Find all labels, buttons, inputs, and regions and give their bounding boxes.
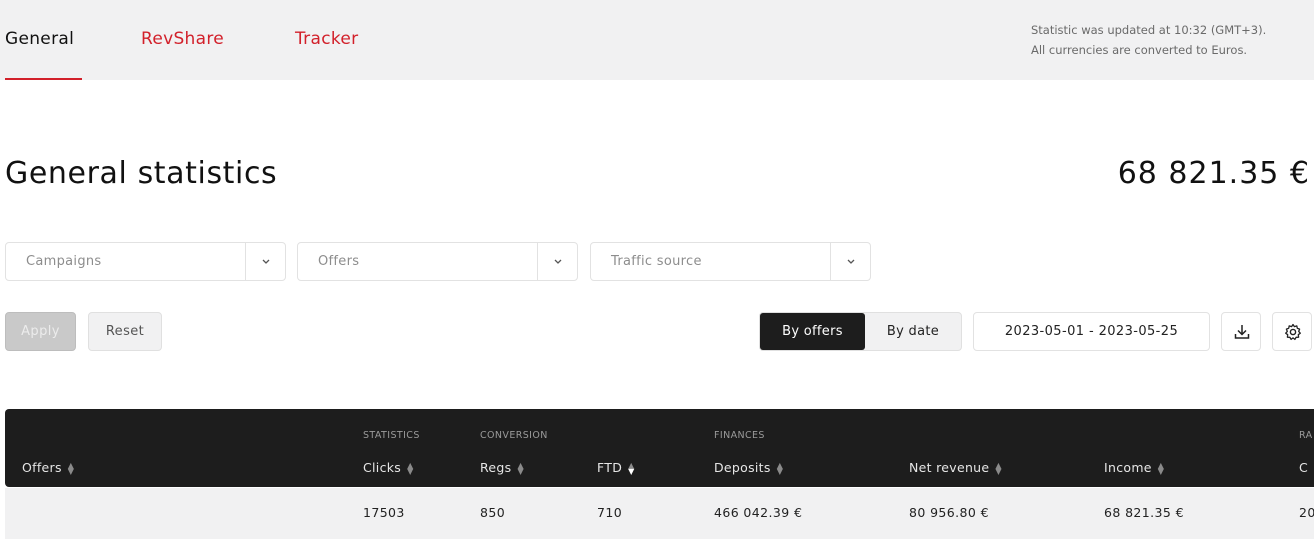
cell-income: 68 821.35 € — [1104, 505, 1184, 520]
column-clicks-label: Clicks — [363, 460, 402, 475]
sort-icon[interactable]: ▲ ▼ — [407, 461, 413, 475]
cell-regs: 850 — [480, 505, 506, 520]
sort-icon[interactable]: ▲ ▼ — [1158, 461, 1164, 475]
settings-button[interactable] — [1272, 312, 1312, 351]
by-date-button[interactable]: By date — [865, 313, 961, 350]
table-header: STATISTICS CONVERSION FINANCES RA Offers… — [5, 409, 1314, 487]
column-ftd-label: FTD — [597, 460, 623, 475]
sort-icon[interactable]: ▲ ▼ — [68, 461, 74, 475]
apply-button[interactable]: Apply — [5, 312, 76, 351]
group-conversion: CONVERSION — [480, 430, 548, 441]
column-income[interactable]: Income ▲ ▼ — [1104, 460, 1164, 475]
sort-desc-icon[interactable]: ▲ ▼ — [628, 461, 634, 475]
group-statistics: STATISTICS — [363, 430, 420, 441]
column-regs-label: Regs — [480, 460, 512, 475]
by-offers-button[interactable]: By offers — [760, 313, 865, 350]
column-deposits-label: Deposits — [714, 460, 771, 475]
reset-button[interactable]: Reset — [88, 312, 162, 351]
sort-icon[interactable]: ▲ ▼ — [777, 461, 783, 475]
column-offers-label: Offers — [22, 460, 62, 475]
active-tab-indicator — [5, 78, 82, 80]
group-finances: FINANCES — [714, 430, 765, 441]
traffic-source-placeholder: Traffic source — [611, 254, 702, 269]
grouping-toggle: By offers By date — [759, 312, 962, 351]
cell-net-revenue: 80 956.80 € — [909, 505, 989, 520]
campaigns-select[interactable]: Campaigns — [5, 242, 286, 281]
sort-icon[interactable]: ▲ ▼ — [995, 461, 1001, 475]
chevron-down-icon[interactable] — [843, 252, 859, 270]
total-income: 68 821.35 € — [1117, 156, 1310, 191]
tab-revshare[interactable]: RevShare — [141, 29, 224, 49]
column-partial[interactable]: C — [1299, 460, 1308, 475]
tab-tracker[interactable]: Tracker — [295, 29, 358, 49]
tab-general[interactable]: General — [5, 29, 74, 49]
currency-note-text: All currencies are converted to Euros. — [1031, 43, 1248, 57]
group-partial: RA — [1299, 430, 1313, 441]
page-title: General statistics — [5, 156, 278, 191]
traffic-source-select[interactable]: Traffic source — [590, 242, 871, 281]
date-range-picker[interactable]: 2023-05-01 - 2023-05-25 — [973, 312, 1210, 351]
column-ftd[interactable]: FTD ▲ ▼ — [597, 460, 635, 475]
download-icon — [1234, 325, 1250, 339]
column-clicks[interactable]: Clicks ▲ ▼ — [363, 460, 414, 475]
select-divider — [537, 243, 538, 280]
chevron-down-icon[interactable] — [258, 252, 274, 270]
cell-partial: 20 — [1299, 505, 1314, 520]
offers-select[interactable]: Offers — [297, 242, 578, 281]
offers-placeholder: Offers — [318, 254, 360, 269]
campaigns-placeholder: Campaigns — [26, 254, 102, 269]
column-income-label: Income — [1104, 460, 1152, 475]
column-partial-label: C — [1299, 460, 1309, 475]
column-offers[interactable]: Offers ▲ ▼ — [22, 460, 74, 475]
download-button[interactable] — [1221, 312, 1261, 351]
cell-clicks: 17503 — [363, 505, 405, 520]
gear-icon — [1285, 323, 1301, 341]
table-row: 17503 850 710 466 042.39 € 80 956.80 € 6… — [5, 488, 1314, 539]
cell-deposits: 466 042.39 € — [714, 505, 803, 520]
select-divider — [245, 243, 246, 280]
column-deposits[interactable]: Deposits ▲ ▼ — [714, 460, 783, 475]
cell-ftd: 710 — [597, 505, 623, 520]
statistics-update-note: Statistic was updated at 10:32 (GMT+3). … — [1031, 20, 1266, 60]
select-divider — [830, 243, 831, 280]
column-regs[interactable]: Regs ▲ ▼ — [480, 460, 524, 475]
chevron-down-icon[interactable] — [550, 252, 566, 270]
update-time-text: Statistic was updated at 10:32 (GMT+3). — [1031, 23, 1267, 37]
top-navigation-bar: General RevShare Tracker Statistic was u… — [0, 0, 1314, 80]
sort-icon[interactable]: ▲ ▼ — [517, 461, 523, 475]
column-net-revenue[interactable]: Net revenue ▲ ▼ — [909, 460, 1002, 475]
column-net-revenue-label: Net revenue — [909, 460, 990, 475]
